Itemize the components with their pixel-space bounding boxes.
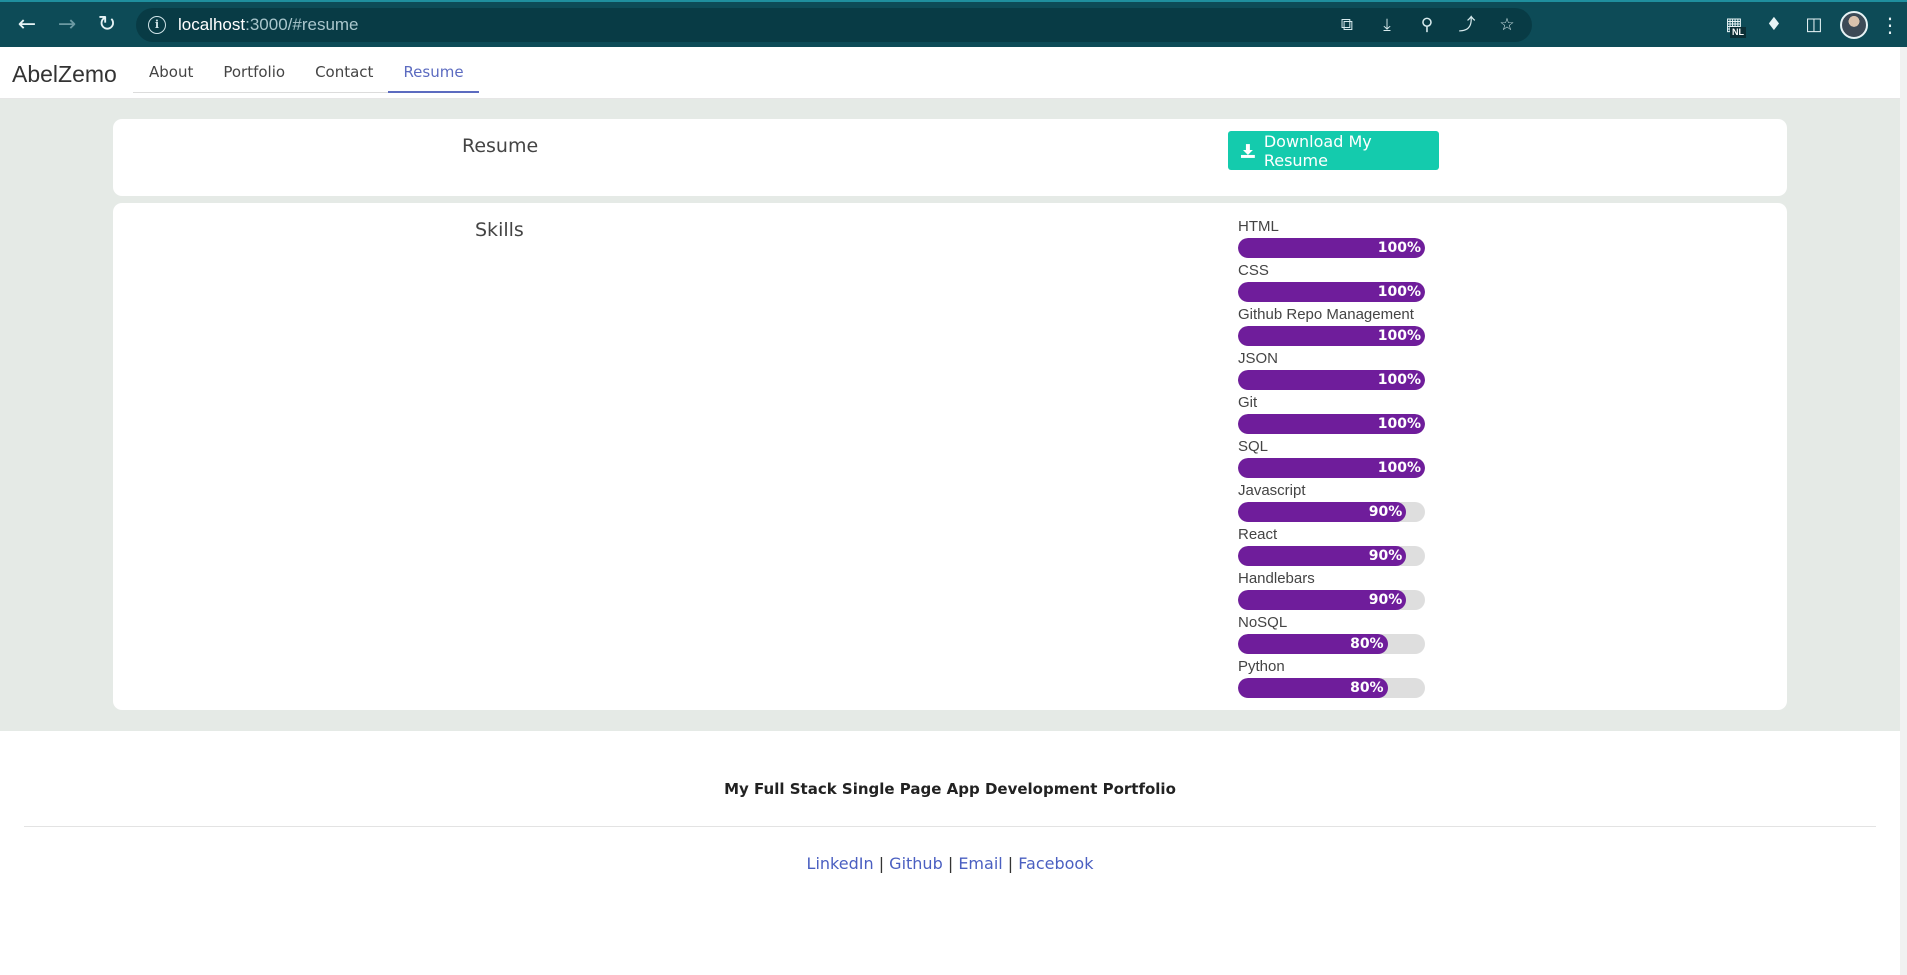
skill-row: SQL 100% [1238, 437, 1426, 481]
skill-row: Handlebars 90% [1238, 569, 1426, 613]
nav-tabs: About Portfolio Contact Resume [133, 47, 479, 93]
browser-toolbar: ← → ↻ i localhost:3000/#resume ⧉ ⤓ ⚲ ⤴ ☆… [0, 0, 1907, 47]
skill-progress-bar: 100% [1238, 370, 1425, 390]
skills-list: HTML 100% CSS 100% Github Repo Management 100… [1238, 217, 1426, 701]
footer-links: LinkedIn | Github | Email | Facebook [0, 854, 1900, 873]
skill-progress-fill: 100% [1238, 458, 1425, 478]
skill-progress-bar: 100% [1238, 326, 1425, 346]
extension-icon[interactable]: ▦ NL [1720, 11, 1748, 39]
skill-name: Handlebars [1238, 570, 1315, 587]
download-resume-label: Download My Resume [1263, 131, 1372, 170]
tab-portfolio[interactable]: Portfolio [208, 47, 300, 93]
skill-name: HTML [1238, 218, 1279, 235]
skill-name: Python [1238, 658, 1285, 675]
skills-title: Skills [475, 219, 524, 241]
skill-name: NoSQL [1238, 614, 1288, 631]
skill-progress-bar: 90% [1238, 502, 1425, 522]
info-icon[interactable]: i [148, 16, 166, 34]
skill-progress-bar: 100% [1238, 282, 1425, 302]
skill-row: Git 100% [1238, 393, 1426, 437]
skill-row: NoSQL 80% [1238, 613, 1426, 657]
extension-badge: NL [1730, 27, 1746, 38]
puzzle-icon[interactable]: ♦ [1760, 11, 1788, 39]
link-separator: | [947, 854, 954, 873]
open-in-app-icon[interactable]: ⧉ [1336, 13, 1358, 37]
skill-row: CSS 100% [1238, 261, 1426, 305]
skill-name: Javascript [1238, 482, 1306, 499]
skill-progress-bar: 80% [1238, 634, 1425, 654]
skill-progress-fill: 80% [1238, 678, 1388, 698]
menu-icon[interactable]: ⋮ [1880, 13, 1900, 37]
skill-row: Github Repo Management 100% [1238, 305, 1426, 349]
skill-progress-fill: 90% [1238, 590, 1407, 610]
skill-progress-fill: 100% [1238, 238, 1425, 258]
footer-title: My Full Stack Single Page App Developmen… [724, 780, 1176, 798]
skill-progress-bar: 90% [1238, 546, 1425, 566]
skill-progress-fill: 100% [1238, 326, 1425, 346]
skill-name: JSON [1238, 350, 1279, 367]
skill-progress-bar: 80% [1238, 678, 1425, 698]
scrollbar[interactable] [1900, 47, 1907, 975]
tab-about[interactable]: About [133, 47, 208, 93]
reload-icon[interactable]: ↻ [92, 10, 122, 40]
skill-name: Github Repo Management [1238, 306, 1414, 323]
resume-title: Resume [462, 135, 539, 157]
skill-row: Python 80% [1238, 657, 1426, 701]
email-link[interactable]: Email [958, 854, 1002, 873]
brand-logo[interactable]: AbelZemo [12, 61, 117, 88]
side-panel-icon[interactable]: ◫ [1800, 11, 1828, 39]
skill-progress-fill: 90% [1238, 502, 1407, 522]
skill-progress-fill: 80% [1238, 634, 1388, 654]
github-link[interactable]: Github [889, 854, 943, 873]
url-text[interactable]: localhost:3000/#resume [178, 15, 359, 35]
skill-row: HTML 100% [1238, 217, 1426, 261]
resume-card: Resume [113, 119, 1787, 196]
skill-row: React 90% [1238, 525, 1426, 569]
skill-name: Git [1238, 394, 1258, 411]
skill-row: Javascript 90% [1238, 481, 1426, 525]
facebook-link[interactable]: Facebook [1018, 854, 1093, 873]
skill-progress-bar: 100% [1238, 414, 1425, 434]
skills-card: Skills [113, 203, 1787, 710]
skill-name: React [1238, 526, 1278, 543]
download-resume-button[interactable]: Download My Resume [1228, 131, 1439, 170]
footer-divider [24, 826, 1876, 827]
tab-resume[interactable]: Resume [388, 47, 479, 93]
download-icon [1240, 143, 1255, 158]
link-separator: | [878, 854, 885, 873]
forward-icon[interactable]: → [52, 10, 82, 40]
skill-progress-fill: 100% [1238, 282, 1425, 302]
skill-row: JSON 100% [1238, 349, 1426, 393]
skill-name: SQL [1238, 438, 1269, 455]
skill-progress-bar: 90% [1238, 590, 1425, 610]
back-icon[interactable]: ← [12, 10, 42, 40]
tab-contact[interactable]: Contact [300, 47, 388, 93]
app-navbar: AbelZemo About Portfolio Contact Resume [0, 47, 1900, 99]
link-separator: | [1007, 854, 1014, 873]
install-icon[interactable]: ⤓ [1376, 13, 1398, 37]
linkedin-link[interactable]: LinkedIn [807, 854, 874, 873]
zoom-icon[interactable]: ⚲ [1416, 13, 1438, 37]
skill-progress-fill: 90% [1238, 546, 1407, 566]
skill-progress-fill: 100% [1238, 370, 1425, 390]
skill-progress-bar: 100% [1238, 238, 1425, 258]
skill-progress-fill: 100% [1238, 414, 1425, 434]
address-bar[interactable]: i localhost:3000/#resume ⧉ ⤓ ⚲ ⤴ ☆ [136, 8, 1532, 42]
skill-progress-bar: 100% [1238, 458, 1425, 478]
share-icon[interactable]: ⤴ [1456, 13, 1478, 37]
profile-avatar[interactable] [1840, 11, 1868, 39]
skill-name: CSS [1238, 262, 1269, 279]
bookmark-star-icon[interactable]: ☆ [1496, 13, 1518, 37]
